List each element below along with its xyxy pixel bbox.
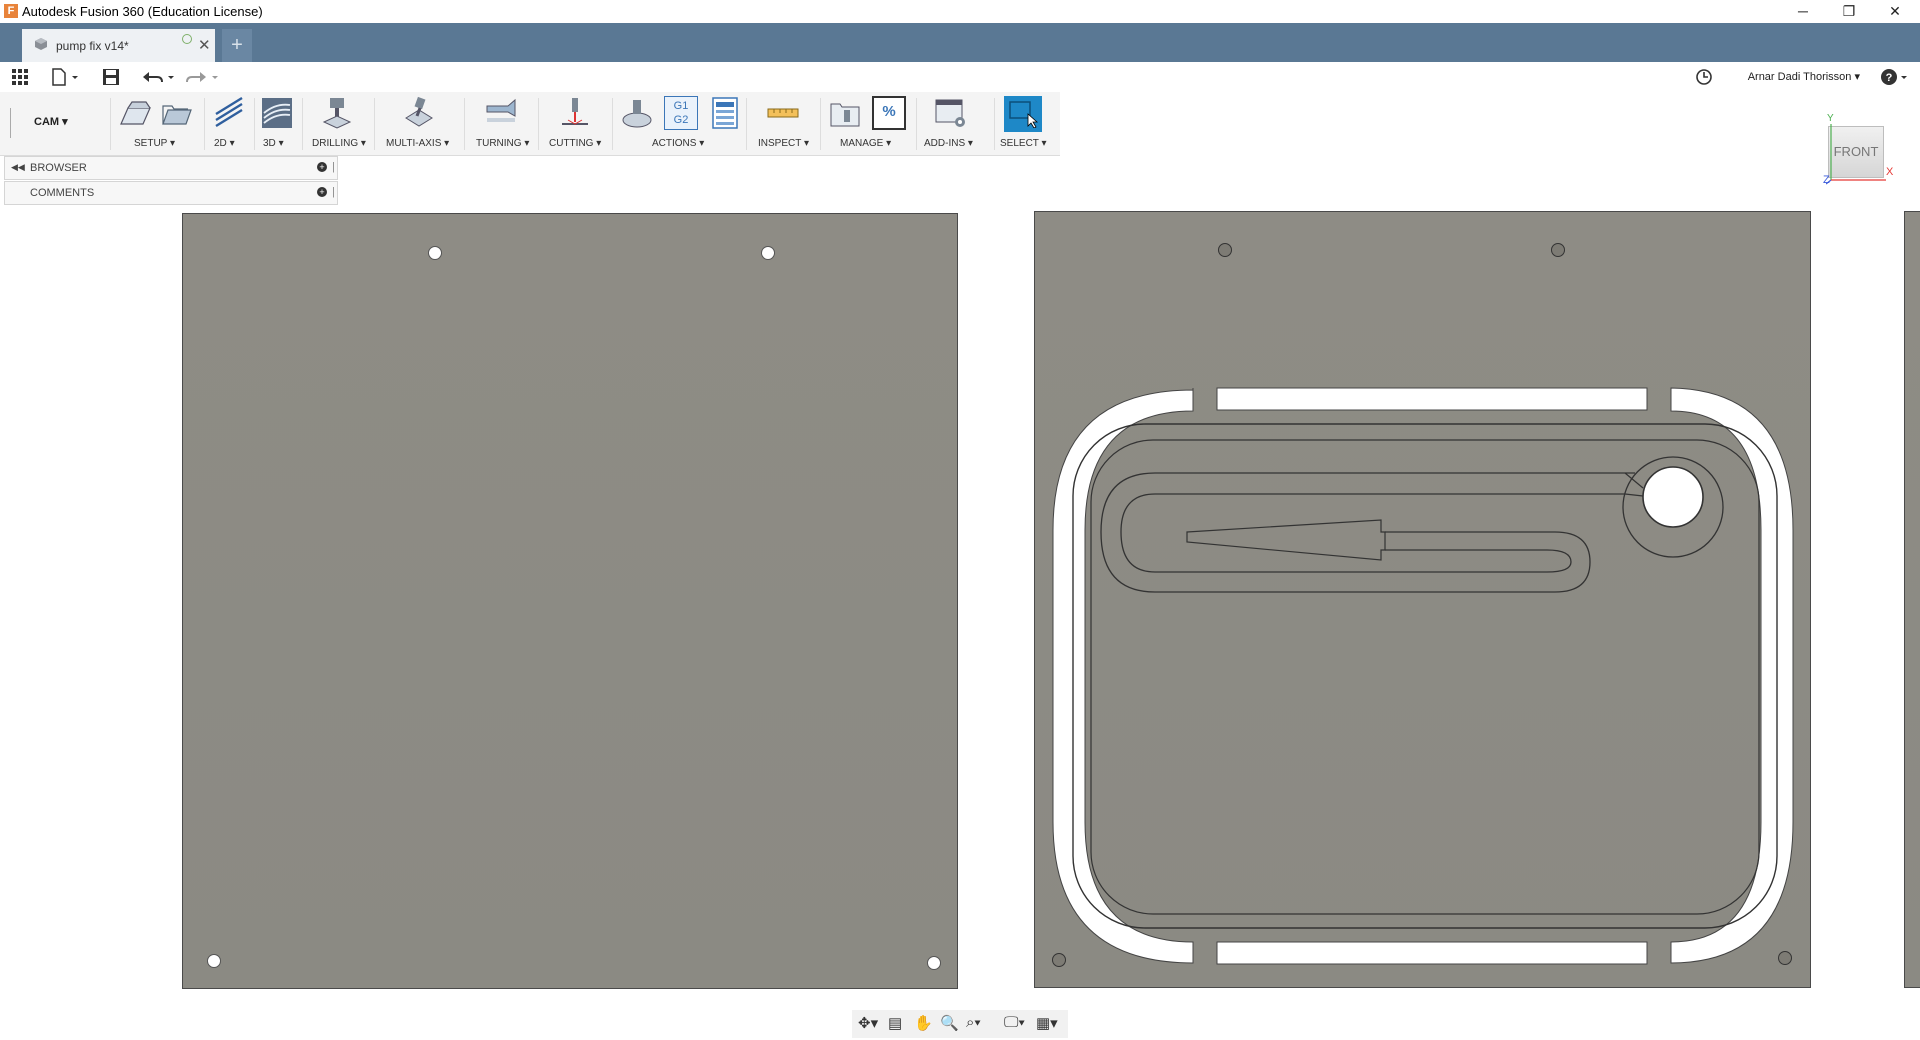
document-tab-label: pump fix v14* [56,39,129,53]
data-panel-grid-icon[interactable] [12,69,28,85]
post-process-icon[interactable]: G1 G2 [664,96,698,130]
manage-group-label[interactable]: MANAGE ▾ [840,138,891,149]
setup-folder-icon[interactable] [160,96,194,130]
quick-access-bar: Arnar Dadi Thorisson ▾ ? [0,62,1920,92]
workspace-switcher[interactable]: CAM ▾ [34,115,68,128]
select-group-label[interactable]: SELECT ▾ [1000,138,1047,149]
restore-button[interactable]: ❐ [1826,0,1872,23]
look-at-icon[interactable]: ▤ [888,1014,902,1032]
mounting-hole[interactable] [1551,243,1565,257]
comments-expand-icon[interactable]: + [317,187,327,197]
cutting-group-label[interactable]: CUTTING ▾ [549,138,601,149]
stock-plate-left[interactable] [182,213,958,989]
actions-group-label[interactable]: ACTIONS ▾ [652,138,704,149]
browser-title: BROWSER [30,162,87,174]
fusion-app-icon: F [4,4,18,18]
navigation-bar: ✥▾ ▤ ✋ 🔍 ⌕▾ 🖵▾ ▦▾ [852,1010,1068,1038]
cutting-icon[interactable] [558,96,592,130]
undo-icon[interactable] [142,68,176,86]
pan-hand-icon[interactable]: ✋ [914,1014,933,1032]
toolbar-divider [204,98,205,150]
close-tab-icon[interactable]: ✕ [198,36,211,54]
comments-panel[interactable]: COMMENTS + | [4,181,338,205]
new-setup-icon[interactable] [118,96,152,130]
mounting-hole[interactable] [1052,953,1066,967]
job-status-clock-icon[interactable] [1695,68,1713,86]
document-tab[interactable]: pump fix v14* ✕ [22,29,215,62]
toolbar-divider [538,98,539,150]
fit-window-icon[interactable]: ⌕▾ [966,1014,981,1031]
browser-expand-icon[interactable]: + [317,162,327,172]
multi-axis-group-label[interactable]: MULTI-AXIS ▾ [386,138,449,149]
measure-icon[interactable] [766,96,800,130]
mounting-hole[interactable] [1778,951,1792,965]
redo-icon[interactable] [186,68,220,86]
panel-resize-handle[interactable]: | [332,186,335,198]
pump-plate-right[interactable] [1034,211,1811,988]
toolbar-grip[interactable] [10,108,11,138]
inspect-group-label[interactable]: INSPECT ▾ [758,138,809,149]
turning-group-label[interactable]: TURNING ▾ [476,138,529,149]
close-window-button[interactable]: ✕ [1872,0,1918,23]
select-arrow-icon [1009,101,1038,128]
viewcube-axes-icon [1826,124,1886,185]
2d-group-label[interactable]: 2D ▾ [214,138,235,149]
comments-title: COMMENTS [30,187,95,199]
mounting-hole[interactable] [927,956,941,970]
svg-text:?: ? [1886,72,1893,84]
browser-panel[interactable]: ◀◀ BROWSER + | [4,156,338,180]
user-account-menu[interactable]: Arnar Dadi Thorisson ▾ [1748,70,1860,83]
pump-plate-geometry [1052,387,1794,965]
simulate-icon[interactable] [620,96,654,130]
add-ins-group-label[interactable]: ADD-INS ▾ [924,138,973,149]
toolbar-divider [612,98,613,150]
drilling-group-label[interactable]: DRILLING ▾ [312,138,366,149]
tool-library-icon[interactable] [828,96,862,130]
display-settings-icon[interactable]: 🖵▾ [1004,1014,1025,1031]
minimize-button[interactable]: ─ [1780,0,1826,23]
toolbar-divider [916,98,917,150]
toolbar-divider [374,98,375,150]
file-menu-icon[interactable] [52,68,80,86]
toolbar-divider [254,98,255,150]
2d-adaptive-clearing-icon[interactable] [212,96,246,130]
multi-axis-icon[interactable] [402,96,436,130]
stock-plate-partial[interactable] [1904,211,1920,988]
grid-settings-icon[interactable]: ▦▾ [1036,1014,1058,1032]
cloud-sync-icon [182,34,192,44]
post-library-icon[interactable]: % [872,96,906,130]
mounting-hole[interactable] [207,954,221,968]
document-tab-bar: pump fix v14* ✕ + [0,23,1920,62]
panel-resize-handle[interactable]: | [332,161,335,173]
scripts-addins-icon[interactable] [934,96,968,130]
window-title: Autodesk Fusion 360 (Education License) [22,4,263,19]
setup-sheet-icon[interactable] [708,96,742,130]
cam-toolbar: CAM ▾ SETUP ▾ 2D ▾ 3D ▾ DRILLING ▾ MULTI… [0,92,1060,156]
new-tab-button[interactable]: + [222,29,252,62]
title-bar: F Autodesk Fusion 360 (Education License… [0,0,1920,23]
workspace-label: CAM [34,116,60,128]
drill-icon[interactable] [320,96,354,130]
mounting-hole[interactable] [1218,243,1232,257]
user-name: Arnar Dadi Thorisson [1747,71,1852,83]
toolbar-divider [994,98,995,150]
toolbar-divider [746,98,747,150]
3d-adaptive-clearing-icon[interactable] [260,96,294,130]
mounting-hole[interactable] [428,246,442,260]
toolbar-divider [110,98,111,150]
turning-icon[interactable] [484,96,518,130]
select-tool-button[interactable] [1004,96,1042,132]
save-icon[interactable] [102,68,120,86]
toolbar-divider [820,98,821,150]
3d-group-label[interactable]: 3D ▾ [263,138,284,149]
help-icon[interactable]: ? [1880,68,1910,86]
zoom-icon[interactable]: 🔍 [940,1014,959,1032]
design-cube-icon [35,38,47,50]
setup-group-label[interactable]: SETUP ▾ [134,138,175,149]
toolbar-divider [302,98,303,150]
toolbar-divider [464,98,465,150]
collapse-browser-icon[interactable]: ◀◀ [11,162,25,173]
mounting-hole[interactable] [761,246,775,260]
orbit-icon[interactable]: ✥▾ [858,1014,878,1032]
